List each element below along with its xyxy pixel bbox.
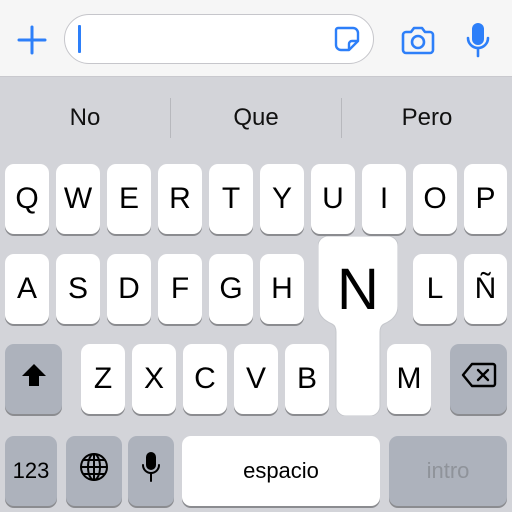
key-l[interactable]: L [413,254,457,324]
shift-key[interactable] [5,344,62,414]
numbers-key[interactable]: 123 [5,436,57,506]
key-d[interactable]: D [107,254,151,324]
suggestion-item[interactable]: Que [171,80,341,156]
key-p[interactable]: P [464,164,507,234]
camera-icon[interactable] [398,20,438,60]
key-q[interactable]: Q [5,164,49,234]
key-c[interactable]: C [183,344,227,414]
key-e[interactable]: E [107,164,151,234]
shift-arrow-icon [20,362,48,396]
key-f[interactable]: F [158,254,202,324]
key-i[interactable]: I [362,164,406,234]
key-z[interactable]: Z [81,344,125,414]
space-key[interactable]: espacio [182,436,380,506]
key-s[interactable]: S [56,254,100,324]
message-input-bar [0,0,512,77]
key-y[interactable]: Y [260,164,304,234]
suggestion-item[interactable]: Pero [342,80,512,156]
microphone-icon [141,451,161,491]
return-key[interactable]: intro [389,436,507,506]
microphone-icon[interactable] [458,18,498,62]
text-caret [78,25,81,53]
key-preview-popup: N [318,236,398,416]
key-t[interactable]: T [209,164,253,234]
key-x[interactable]: X [132,344,176,414]
key-g[interactable]: G [209,254,253,324]
key-a[interactable]: A [5,254,49,324]
key-w[interactable]: W [56,164,100,234]
dictation-key[interactable] [128,436,174,506]
popup-letter: N [337,257,379,322]
key-r[interactable]: R [158,164,202,234]
globe-key[interactable] [66,436,122,506]
key-o[interactable]: O [413,164,457,234]
message-input[interactable] [64,14,374,64]
suggestion-bar: No Que Pero [0,80,512,156]
key-h[interactable]: H [260,254,304,324]
sticker-icon[interactable] [333,25,361,53]
delete-key[interactable] [450,344,507,414]
backspace-icon [461,362,497,396]
key-n-tilde[interactable]: Ñ [464,254,507,324]
globe-icon [79,452,109,490]
suggestion-item[interactable]: No [0,80,170,156]
key-v[interactable]: V [234,344,278,414]
plus-icon[interactable] [12,20,52,60]
key-u[interactable]: U [311,164,355,234]
